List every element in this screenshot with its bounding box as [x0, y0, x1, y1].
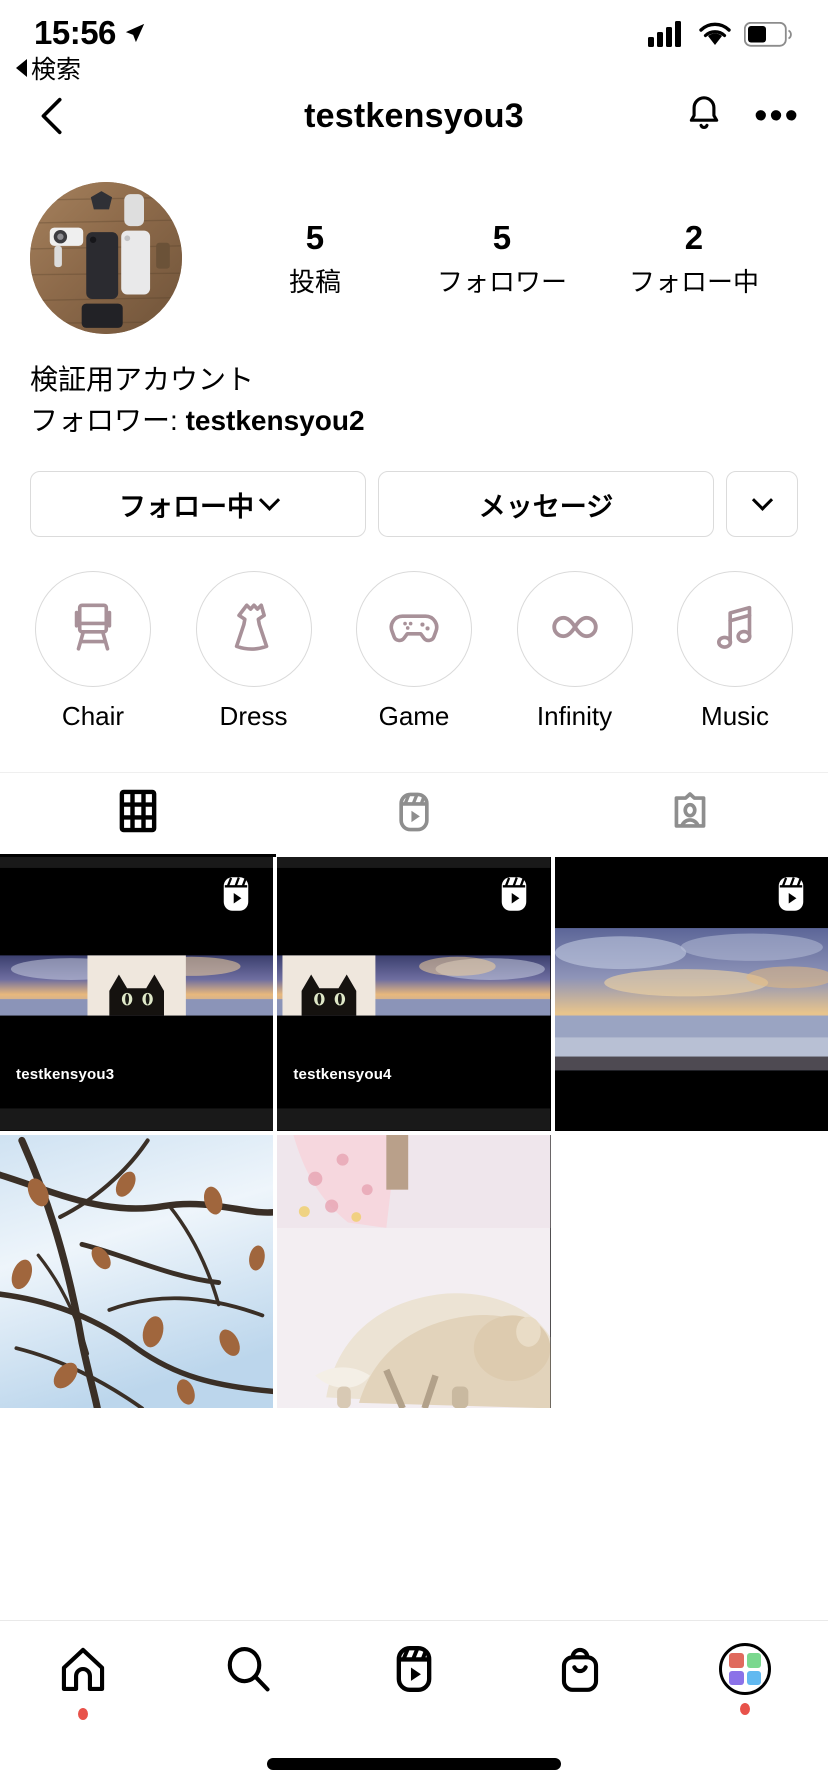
shop-bag-icon	[554, 1643, 606, 1700]
reels-icon	[392, 790, 436, 839]
stat-label: 投稿	[288, 267, 341, 298]
avatar[interactable]	[30, 182, 182, 334]
stat-value: 5	[492, 218, 512, 256]
bio-follower-line: フォロワー: testkensyou2	[30, 401, 798, 442]
bottom-nav-profile[interactable]	[662, 1643, 828, 1715]
profile-stats: 5 投稿 5 フォロワー 2 フォロー中	[182, 217, 798, 299]
post-overlay-username: testkensyou4	[293, 1065, 392, 1083]
grid-post-5[interactable]	[277, 1134, 551, 1408]
highlight-ring	[35, 571, 151, 688]
bottom-nav-reels[interactable]	[331, 1643, 497, 1720]
status-bar: 15:56 検索	[0, 0, 828, 84]
highlight-label: Music	[701, 701, 769, 732]
bottom-nav-home[interactable]	[0, 1643, 166, 1720]
reels-icon	[770, 873, 812, 915]
location-arrow-icon	[124, 22, 146, 44]
cellular-signal-icon	[648, 21, 686, 52]
reels-icon	[493, 873, 535, 915]
chevron-left-icon[interactable]	[30, 93, 76, 139]
grid-post-3[interactable]	[554, 857, 828, 1131]
following-button-label: フォロー中	[119, 491, 254, 522]
grid-post-2[interactable]: testkensyou4	[277, 857, 551, 1131]
notification-dot	[740, 1703, 751, 1715]
grid-post-empty	[554, 1134, 828, 1408]
profile-avatar-icon	[719, 1643, 772, 1695]
highlight-ring	[356, 571, 472, 688]
bottom-nav	[0, 1620, 828, 1792]
stat-followers[interactable]: 5 フォロワー	[437, 217, 567, 299]
story-highlights: Chair Dress Game Infinity Music	[0, 537, 828, 732]
gamepad-icon	[385, 598, 443, 661]
search-icon	[222, 1643, 274, 1700]
more-options-icon[interactable]: •••	[754, 97, 800, 135]
stat-label: フォロワー	[436, 267, 567, 298]
grid-post-4[interactable]	[0, 1134, 274, 1408]
bio-display-name: 検証用アカウント	[30, 364, 255, 395]
stat-following[interactable]: 2 フォロー中	[629, 217, 759, 299]
highlight-ring	[195, 571, 312, 688]
message-button[interactable]: メッセージ	[378, 471, 714, 538]
tagged-icon	[668, 790, 712, 839]
music-note-icon	[706, 598, 764, 661]
tab-grid[interactable]	[0, 773, 276, 858]
infinity-icon	[546, 598, 604, 661]
highlight-chair[interactable]: Chair	[26, 571, 160, 732]
highlight-label: Game	[378, 701, 450, 732]
tab-reels[interactable]	[276, 773, 552, 857]
home-indicator	[267, 1758, 561, 1770]
dress-icon	[225, 598, 283, 661]
highlight-label: Chair	[61, 701, 125, 732]
highlight-game[interactable]: Game	[347, 571, 481, 732]
bottom-nav-shop[interactable]	[497, 1643, 663, 1720]
following-button[interactable]: フォロー中	[30, 471, 366, 538]
profile-tabs	[0, 772, 828, 858]
suggestions-button[interactable]	[726, 471, 798, 538]
profile-bio: 検証用アカウント フォロワー: testkensyou2	[0, 334, 828, 441]
tab-tagged[interactable]	[552, 773, 828, 857]
profile-actions: フォロー中 メッセージ	[0, 441, 828, 538]
highlight-infinity[interactable]: Infinity	[508, 571, 642, 732]
highlight-label: Dress	[219, 701, 288, 732]
chevron-down-icon	[751, 489, 773, 511]
highlight-dress[interactable]: Dress	[187, 571, 321, 732]
post-overlay-username: testkensyou3	[16, 1065, 115, 1083]
highlight-music[interactable]: Music	[668, 571, 802, 732]
status-bar-right	[648, 14, 792, 52]
chair-icon	[64, 598, 122, 661]
grid-post-1[interactable]: testkensyou3	[0, 857, 274, 1131]
highlight-ring	[516, 571, 633, 688]
bio-follower-username: testkensyou2	[185, 404, 365, 436]
stat-value: 5	[305, 218, 325, 256]
bottom-nav-row	[0, 1621, 828, 1731]
highlight-ring	[677, 571, 793, 688]
stat-posts[interactable]: 5 投稿	[255, 217, 375, 299]
message-button-label: メッセージ	[478, 491, 614, 522]
stat-value: 2	[684, 218, 704, 256]
post-grid: testkensyou3 testkensyou4	[0, 857, 828, 1408]
wifi-icon	[698, 21, 732, 52]
status-time: 15:56	[34, 14, 116, 51]
nav-actions: •••	[682, 92, 800, 141]
reels-icon	[215, 873, 257, 915]
bottom-nav-search[interactable]	[166, 1643, 332, 1720]
bell-icon[interactable]	[682, 92, 726, 141]
grid-icon	[116, 789, 160, 838]
notification-dot	[77, 1708, 88, 1720]
status-bar-left: 15:56	[34, 14, 146, 52]
highlight-label: Infinity	[536, 701, 613, 732]
chevron-down-icon	[258, 489, 281, 511]
profile-header: 5 投稿 5 フォロワー 2 フォロー中	[0, 160, 828, 334]
stat-label: フォロー中	[628, 267, 759, 298]
home-icon	[57, 1643, 109, 1700]
nav-header: testkensyou3 •••	[0, 72, 828, 160]
bio-follower-prefix: フォロワー:	[30, 404, 186, 436]
reels-icon	[388, 1643, 440, 1700]
battery-icon	[743, 21, 792, 52]
